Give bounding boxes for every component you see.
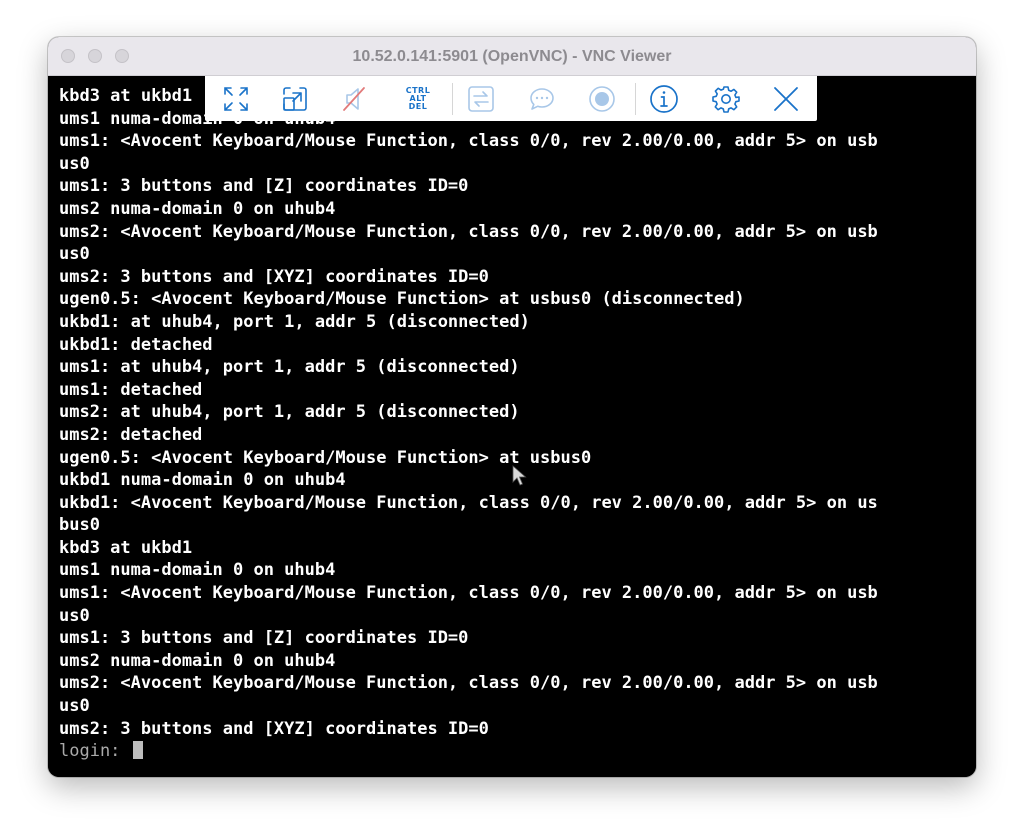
transfer-icon: [468, 86, 494, 112]
vnc-viewer-window: 10.52.0.141:5901 (OpenVNC) - VNC Viewer …: [48, 37, 976, 777]
settings-button[interactable]: [708, 81, 744, 117]
console-line: ukbd1: detached: [59, 334, 213, 355]
settings-icon: [712, 86, 740, 113]
toolbar-separator: [635, 83, 636, 115]
record-icon: [589, 86, 615, 112]
console-line: bus0: [59, 515, 100, 536]
console-line: ums1 numa-domain 0 on uhub4: [59, 560, 336, 581]
remote-screen[interactable]: kbd3 at ukbd1 ums1 numa-domain 0 on uhub4…: [48, 76, 976, 777]
console-line: us0: [59, 244, 90, 265]
ctrl-alt-del-button[interactable]: CTRL ALT DEL: [400, 81, 436, 117]
console-line: ums1: 3 buttons and [Z] coordinates ID=0: [59, 628, 469, 649]
title-bar[interactable]: 10.52.0.141:5901 (OpenVNC) - VNC Viewer: [48, 37, 976, 76]
close-session-button[interactable]: [768, 81, 804, 117]
console-line: ukbd1: at uhub4, port 1, addr 5 (disconn…: [59, 311, 530, 332]
record-button[interactable]: [584, 81, 620, 117]
window-title: 10.52.0.141:5901 (OpenVNC) - VNC Viewer: [352, 48, 672, 65]
login-prompt[interactable]: login:: [59, 740, 878, 763]
console-line: ums2: <Avocent Keyboard/Mouse Function, …: [59, 673, 878, 694]
console-line: ums2: detached: [59, 424, 203, 445]
mouse-pointer-icon: [512, 465, 527, 486]
chat-button[interactable]: [524, 81, 560, 117]
file-transfer-button[interactable]: [463, 81, 499, 117]
scale-icon: [283, 87, 307, 111]
login-prompt-label: login:: [59, 741, 131, 762]
close-icon: [774, 87, 798, 111]
text-cursor: [132, 741, 143, 760]
ctrl-alt-del-icon: CTRL ALT DEL: [405, 86, 431, 111]
console-line: ums1: 3 buttons and [Z] coordinates ID=0: [59, 176, 469, 197]
console-line: ums2: 3 buttons and [XYZ] coordinates ID…: [59, 266, 489, 287]
console-line: ums2: <Avocent Keyboard/Mouse Function, …: [59, 221, 878, 242]
console-line: ums2: at uhub4, port 1, addr 5 (disconne…: [59, 402, 520, 423]
console-line: ums1: detached: [59, 379, 203, 400]
fullscreen-icon: [224, 87, 248, 111]
console-line: us0: [59, 153, 90, 174]
console-line: ums2: 3 buttons and [XYZ] coordinates ID…: [59, 718, 489, 739]
console-line: us0: [59, 696, 90, 717]
info-button[interactable]: [646, 81, 682, 117]
info-icon: [650, 85, 678, 113]
console-line: ukbd1: <Avocent Keyboard/Mouse Function,…: [59, 492, 878, 513]
console-line: us0: [59, 605, 90, 626]
console-line: ums2 numa-domain 0 on uhub4: [59, 198, 336, 219]
scale-button[interactable]: [277, 81, 313, 117]
console-line: ums1: at uhub4, port 1, addr 5 (disconne…: [59, 357, 520, 378]
mute-button[interactable]: [336, 81, 372, 117]
console-line: ugen0.5: <Avocent Keyboard/Mouse Functio…: [59, 289, 745, 310]
mute-icon: [343, 87, 365, 111]
chat-icon: [530, 88, 554, 110]
console-line: ukbd1 numa-domain 0 on uhub4: [59, 470, 346, 491]
console-line: ums2 numa-domain 0 on uhub4: [59, 650, 336, 671]
vnc-toolbar: CTRL ALT DEL: [205, 76, 817, 121]
console-line: ugen0.5: <Avocent Keyboard/Mouse Functio…: [59, 447, 592, 468]
console-line: ums1: <Avocent Keyboard/Mouse Function, …: [59, 131, 878, 152]
console-line: ums1: <Avocent Keyboard/Mouse Function, …: [59, 583, 878, 604]
console-output: kbd3 at ukbd1 ums1 numa-domain 0 on uhub4…: [59, 85, 878, 763]
fullscreen-button[interactable]: [218, 81, 254, 117]
toolbar-separator: [452, 83, 453, 115]
console-line: kbd3 at ukbd1: [59, 537, 193, 558]
